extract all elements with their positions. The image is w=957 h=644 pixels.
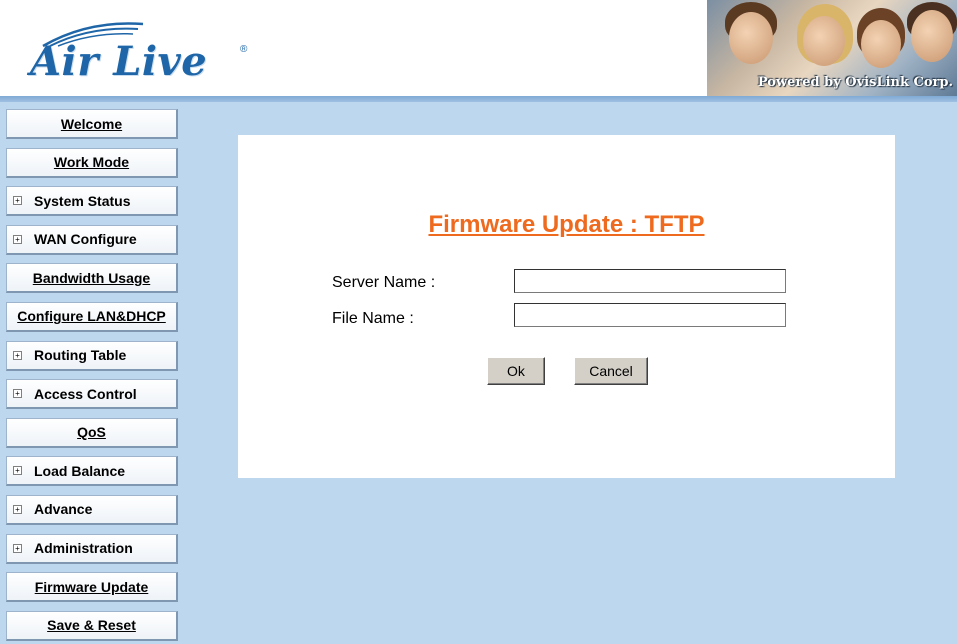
file-name-input[interactable]: [514, 303, 786, 327]
server-name-label: Server Name :: [332, 274, 436, 291]
sidebar-item-work-mode[interactable]: Work Mode: [6, 147, 178, 178]
ok-button[interactable]: Ok: [487, 357, 545, 385]
sidebar-item-label: Work Mode: [53, 154, 130, 171]
sidebar-item-system-status[interactable]: + System Status: [6, 186, 178, 217]
airlive-logo: Air Live ®: [30, 18, 260, 88]
sidebar-item-qos[interactable]: QoS: [6, 417, 178, 448]
expand-plus-icon[interactable]: +: [13, 543, 22, 553]
header: Air Live ® Powered by OvisLink Corp.: [0, 0, 957, 102]
sidebar-item-welcome[interactable]: Welcome: [6, 109, 178, 139]
logo-registered-mark: ®: [240, 44, 248, 55]
sidebar-item-label: Load Balance: [34, 462, 126, 479]
expand-plus-icon[interactable]: +: [13, 234, 22, 244]
sidebar-item-label: QoS: [77, 424, 106, 441]
header-divider: [0, 96, 957, 102]
expand-plus-icon[interactable]: +: [13, 389, 22, 399]
page: Air Live ® Powered by OvisLink Corp. Wel…: [0, 0, 957, 644]
sidebar-item-label: WAN Configure: [34, 231, 137, 248]
sidebar-item-label: Advance: [34, 501, 93, 518]
sidebar-item-label: Save & Reset: [47, 617, 136, 634]
header-photo: Powered by OvisLink Corp.: [707, 0, 957, 96]
powered-by-text: Powered by OvisLink Corp.: [757, 75, 953, 90]
sidebar-item-label: Access Control: [34, 385, 137, 402]
sidebar-item-wan-configure[interactable]: + WAN Configure: [6, 224, 178, 255]
sidebar-item-label: System Status: [34, 192, 131, 209]
sidebar-nav: Welcome Work Mode + System Status + WAN Confi…: [6, 109, 182, 644]
cancel-button[interactable]: Cancel: [574, 357, 648, 385]
sidebar-item-label: Configure LAN&DHCP: [17, 308, 166, 325]
sidebar-item-firmware-update[interactable]: Firmware Update: [6, 572, 178, 603]
expand-plus-icon[interactable]: +: [13, 196, 22, 206]
file-name-label: File Name :: [332, 310, 414, 327]
expand-plus-icon[interactable]: +: [13, 466, 22, 476]
expand-plus-icon[interactable]: +: [13, 350, 22, 360]
sidebar-item-save-reset[interactable]: Save & Reset: [6, 610, 178, 641]
expand-plus-icon[interactable]: +: [13, 504, 22, 514]
sidebar-item-advance[interactable]: + Advance: [6, 494, 178, 525]
sidebar-item-load-balance[interactable]: + Load Balance: [6, 456, 178, 487]
sidebar-item-label: Firmware Update: [34, 578, 149, 595]
sidebar-item-routing-table[interactable]: + Routing Table: [6, 340, 178, 371]
page-title: Firmware Update : TFTP: [428, 211, 705, 238]
sidebar-item-configure-lan-dhcp[interactable]: Configure LAN&DHCP: [6, 301, 178, 332]
logo-text: Air Live: [30, 38, 208, 85]
sidebar-item-label: Routing Table: [34, 347, 127, 364]
sidebar-item-label: Administration: [34, 540, 133, 557]
firmware-update-panel: Firmware Update : TFTP Server Name : Fil…: [238, 135, 895, 478]
sidebar-item-bandwidth-usage[interactable]: Bandwidth Usage: [6, 263, 178, 294]
sidebar-item-administration[interactable]: + Administration: [6, 533, 178, 564]
sidebar-item-access-control[interactable]: + Access Control: [6, 379, 178, 410]
sidebar-item-label: Bandwidth Usage: [32, 269, 151, 286]
sidebar-item-label: Welcome: [60, 115, 123, 132]
server-name-input[interactable]: [514, 269, 786, 293]
